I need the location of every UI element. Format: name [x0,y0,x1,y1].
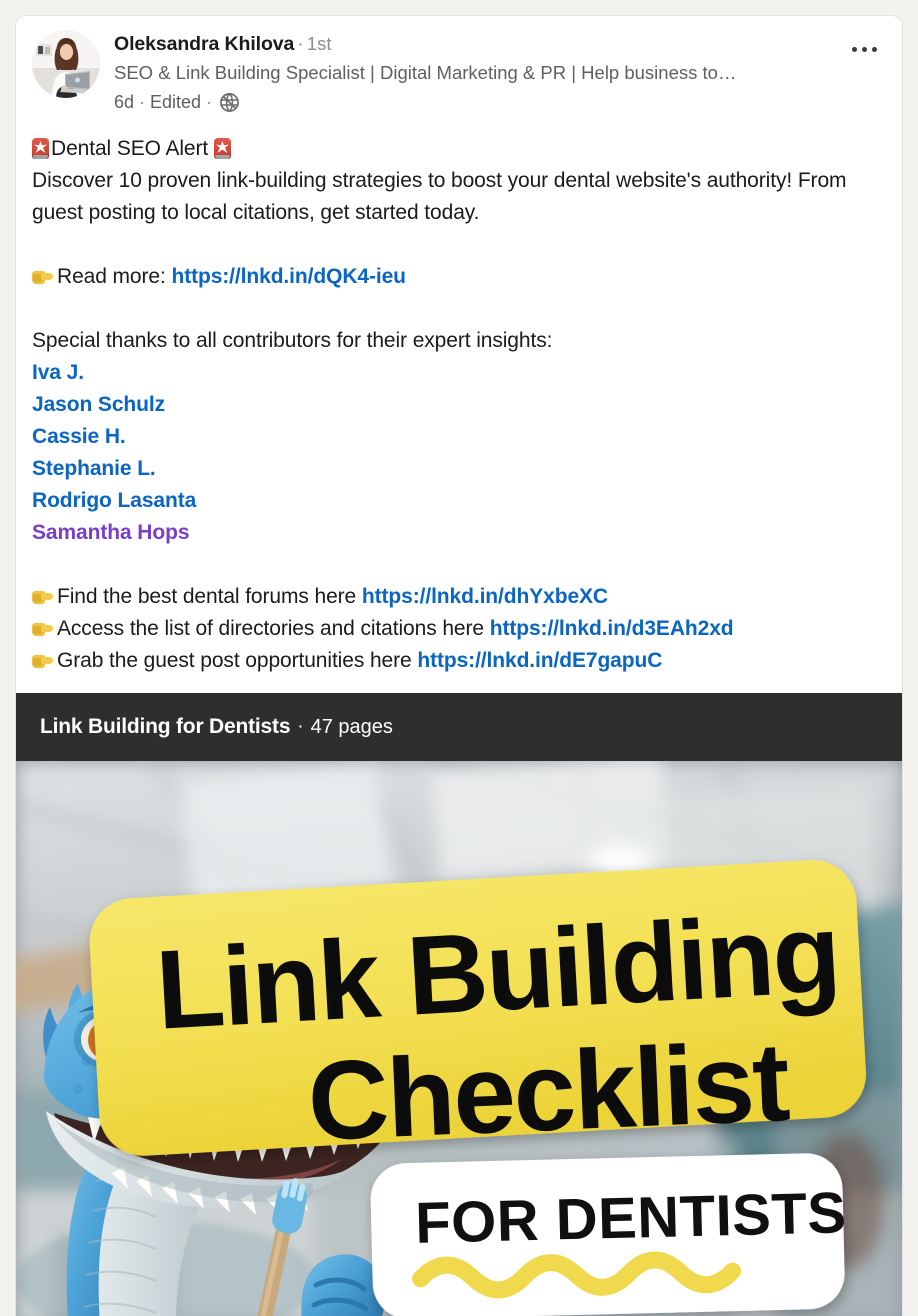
paragraph-spacer-2 [32,293,886,325]
read-more-line: Read more: https://lnkd.in/dQK4-ieu [32,261,886,293]
post-paragraph-1: Discover 10 proven link-building strateg… [32,169,847,224]
document-separator: · [297,716,304,737]
ellipsis-dot-1 [851,46,857,52]
paragraph-spacer-1 [32,229,886,261]
cover-subheadline: FOR DENTISTS [414,1180,847,1256]
resource-link-url-2[interactable]: https://lnkd.in/dE7gapuC [417,649,662,672]
document-cover-image[interactable]: Link Building Checklist FOR DENTISTS [16,761,902,1316]
globe-icon [219,92,240,113]
alert-headline-line: Dental SEO Alert [32,133,886,165]
contributor-mention-2[interactable]: Cassie H. [32,425,126,448]
linkedin-feed-page: Oleksandra Khilova · 1st SEO & Link Buildi… [0,0,918,1316]
read-more-link[interactable]: https://lnkd.in/dQK4-ieu [171,265,406,288]
contributor-mention-0[interactable]: Iva J. [32,361,84,384]
resource-link-text-0: Find the best dental forums here [57,585,357,608]
pointing-hand-icon-0 [32,268,53,286]
meta-separator-2: · [206,92,213,112]
author-name[interactable]: Oleksandra Khilova [114,33,294,55]
contributor-item: Jason Schulz [32,389,886,421]
contributor-mention-4[interactable]: Rodrigo Lasanta [32,489,196,512]
resource-link-text-1: Access the list of directories and citat… [57,617,484,640]
pointing-hand-icon-1 [32,588,53,606]
contributors-list: Iva J. Jason Schulz Cassie H. Stephanie … [32,357,886,549]
contributor-item: Samantha Hops [32,517,886,549]
author-identity: Oleksandra Khilova · 1st SEO & Link Buildi… [114,30,886,115]
cover-headline-line-2: Checklist [305,1019,791,1164]
contributor-mention-5[interactable]: Samantha Hops [32,521,190,544]
resource-link-text-2: Grab the guest post opportunities here [57,649,412,672]
post-header: Oleksandra Khilova · 1st SEO & Link Buildi… [16,16,902,115]
resource-link-row: Find the best dental forums here https:/… [32,581,886,613]
resource-link-url-0[interactable]: https://lnkd.in/dhYxbeXC [362,585,608,608]
thanks-line: Special thanks to all contributors for t… [32,329,553,352]
contributor-item: Rodrigo Lasanta [32,485,886,517]
document-title: Link Building for Dentists [40,715,291,738]
contributor-item: Iva J. [32,357,886,389]
read-more-label: Read more: [57,265,166,288]
resource-link-url-1[interactable]: https://lnkd.in/d3EAh2xd [490,617,734,640]
contributor-item: Stephanie L. [32,453,886,485]
alert-emoji-right [213,138,231,159]
ellipsis-dot-2 [861,46,867,52]
post-content: Dental SEO Alert Discover 10 proven link… [16,115,902,677]
ellipsis-dot-3 [871,46,877,52]
contributor-mention-3[interactable]: Stephanie L. [32,457,156,480]
avatar[interactable] [32,30,100,98]
pointing-hand-icon-3 [32,652,53,670]
resource-link-row: Grab the guest post opportunities here h… [32,645,886,677]
resource-link-row: Access the list of directories and citat… [32,613,886,645]
post-card: Oleksandra Khilova · 1st SEO & Link Buildi… [16,16,902,1316]
document-page-count: 47 pages [310,715,393,738]
alert-headline-text: Dental SEO Alert [51,137,209,160]
alert-emoji-left [32,138,49,159]
post-edited-label: Edited [150,92,202,112]
post-timestamp: 6d [114,92,135,112]
meta-separator-1: · [139,92,146,112]
author-headline: SEO & Link Building Specialist | Digital… [114,62,737,83]
pointing-hand-icon-2 [32,620,53,638]
paragraph-spacer-3 [32,549,886,581]
resource-links-list: Find the best dental forums here https:/… [32,581,886,677]
post-more-options-button[interactable] [844,34,884,64]
post-meta: 6d · Edited · [114,90,886,115]
connection-degree: 1st [306,33,332,54]
document-title-bar[interactable]: Link Building for Dentists · 47 pages [16,693,902,761]
contributor-item: Cassie H. [32,421,886,453]
contributor-mention-1[interactable]: Jason Schulz [32,393,165,416]
name-separator: · [297,33,304,55]
author-name-row[interactable]: Oleksandra Khilova · 1st [114,31,886,57]
